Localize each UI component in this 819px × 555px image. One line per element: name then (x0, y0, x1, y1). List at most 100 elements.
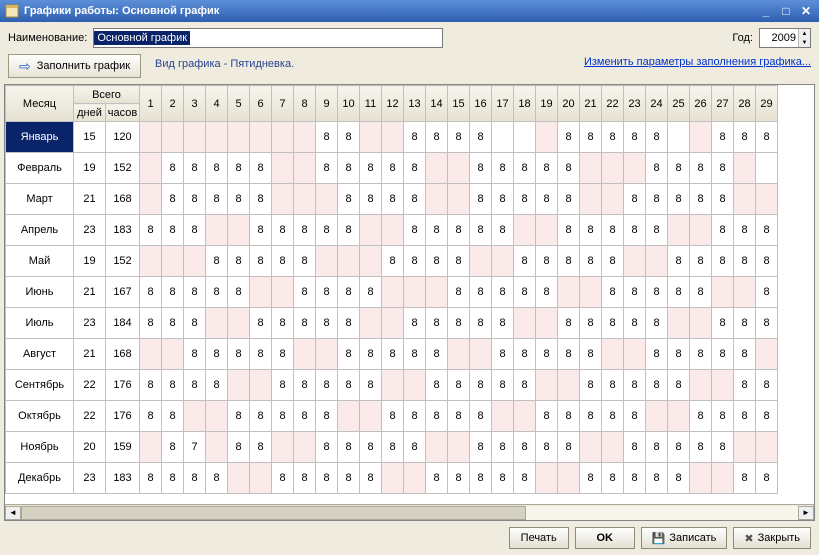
day-cell[interactable]: 8 (316, 401, 338, 432)
day-cell[interactable]: 8 (580, 401, 602, 432)
day-cell[interactable]: 8 (316, 122, 338, 153)
day-cell[interactable]: 8 (756, 401, 778, 432)
name-input[interactable]: Основной график (93, 28, 443, 48)
day-cell[interactable]: 8 (712, 339, 734, 370)
day-cell[interactable] (690, 370, 712, 401)
month-cell[interactable]: Февраль (6, 153, 74, 184)
day-cell[interactable] (756, 184, 778, 215)
day-cell[interactable]: 8 (536, 401, 558, 432)
day-cell[interactable]: 8 (426, 246, 448, 277)
day-cell[interactable]: 8 (162, 184, 184, 215)
day-cell[interactable] (382, 122, 404, 153)
day-cell[interactable]: 8 (404, 184, 426, 215)
day-cell[interactable]: 8 (734, 463, 756, 494)
day-cell[interactable]: 8 (734, 339, 756, 370)
month-cell[interactable]: Январь (6, 122, 74, 153)
day-cell[interactable]: 8 (206, 184, 228, 215)
day-cell[interactable]: 8 (712, 215, 734, 246)
day-cell[interactable] (140, 339, 162, 370)
day-cell[interactable] (162, 246, 184, 277)
day-cell[interactable]: 8 (514, 463, 536, 494)
day-cell[interactable]: 8 (514, 184, 536, 215)
day-cell[interactable]: 8 (140, 308, 162, 339)
day-cell[interactable]: 8 (316, 277, 338, 308)
day-cell[interactable] (272, 277, 294, 308)
day-cell[interactable]: 8 (294, 463, 316, 494)
day-cell[interactable] (316, 184, 338, 215)
day-cell[interactable] (448, 339, 470, 370)
day-cell[interactable]: 8 (690, 246, 712, 277)
day-cell[interactable]: 8 (404, 153, 426, 184)
day-cell[interactable] (624, 339, 646, 370)
day-cell[interactable] (602, 339, 624, 370)
day-cell[interactable]: 8 (404, 432, 426, 463)
day-cell[interactable]: 8 (624, 277, 646, 308)
day-cell[interactable]: 8 (448, 122, 470, 153)
day-cell[interactable]: 8 (250, 153, 272, 184)
day-cell[interactable]: 8 (668, 432, 690, 463)
day-cell[interactable] (360, 215, 382, 246)
day-cell[interactable] (492, 401, 514, 432)
day-cell[interactable] (404, 463, 426, 494)
day-cell[interactable]: 8 (712, 153, 734, 184)
day-cell[interactable] (272, 153, 294, 184)
day-cell[interactable] (470, 246, 492, 277)
day-cell[interactable]: 8 (690, 339, 712, 370)
day-cell[interactable]: 8 (558, 153, 580, 184)
day-cell[interactable]: 8 (580, 308, 602, 339)
day-cell[interactable] (184, 122, 206, 153)
day-cell[interactable]: 8 (404, 339, 426, 370)
day-cell[interactable]: 8 (602, 370, 624, 401)
day-cell[interactable] (558, 463, 580, 494)
day-cell[interactable] (382, 308, 404, 339)
day-cell[interactable]: 8 (536, 277, 558, 308)
day-cell[interactable] (250, 463, 272, 494)
day-cell[interactable]: 8 (228, 432, 250, 463)
day-cell[interactable] (668, 401, 690, 432)
day-cell[interactable]: 8 (338, 277, 360, 308)
day-cell[interactable] (712, 370, 734, 401)
day-cell[interactable] (338, 401, 360, 432)
day-cell[interactable] (668, 122, 690, 153)
day-cell[interactable]: 8 (558, 215, 580, 246)
scroll-right-button[interactable]: ► (798, 506, 814, 520)
day-cell[interactable]: 8 (734, 370, 756, 401)
day-cell[interactable]: 8 (712, 308, 734, 339)
day-cell[interactable]: 8 (514, 339, 536, 370)
day-cell[interactable] (558, 370, 580, 401)
day-cell[interactable]: 8 (404, 401, 426, 432)
day-cell[interactable]: 8 (734, 308, 756, 339)
day-cell[interactable]: 8 (250, 308, 272, 339)
day-cell[interactable]: 8 (140, 277, 162, 308)
day-cell[interactable] (646, 401, 668, 432)
table-row[interactable]: Январь1512088888888888888 (6, 122, 778, 153)
day-cell[interactable]: 8 (206, 153, 228, 184)
close-form-button[interactable]: ✖ Закрыть (733, 527, 811, 549)
day-cell[interactable] (228, 122, 250, 153)
day-cell[interactable]: 8 (426, 339, 448, 370)
day-cell[interactable]: 8 (712, 401, 734, 432)
day-cell[interactable]: 8 (602, 463, 624, 494)
month-cell[interactable]: Август (6, 339, 74, 370)
day-cell[interactable] (536, 463, 558, 494)
day-cell[interactable] (426, 184, 448, 215)
day-cell[interactable]: 8 (294, 370, 316, 401)
day-cell[interactable]: 8 (602, 215, 624, 246)
day-cell[interactable]: 8 (558, 432, 580, 463)
day-cell[interactable]: 8 (470, 463, 492, 494)
day-cell[interactable]: 8 (492, 308, 514, 339)
day-cell[interactable]: 8 (558, 308, 580, 339)
day-cell[interactable] (602, 184, 624, 215)
day-cell[interactable]: 8 (690, 401, 712, 432)
day-cell[interactable]: 8 (184, 370, 206, 401)
day-cell[interactable]: 8 (580, 370, 602, 401)
scroll-thumb[interactable] (21, 506, 526, 520)
day-cell[interactable]: 8 (470, 401, 492, 432)
day-cell[interactable]: 8 (646, 308, 668, 339)
day-cell[interactable] (536, 308, 558, 339)
day-cell[interactable]: 8 (646, 339, 668, 370)
day-cell[interactable] (514, 215, 536, 246)
day-cell[interactable]: 8 (426, 463, 448, 494)
day-cell[interactable]: 8 (162, 463, 184, 494)
day-cell[interactable]: 8 (448, 370, 470, 401)
